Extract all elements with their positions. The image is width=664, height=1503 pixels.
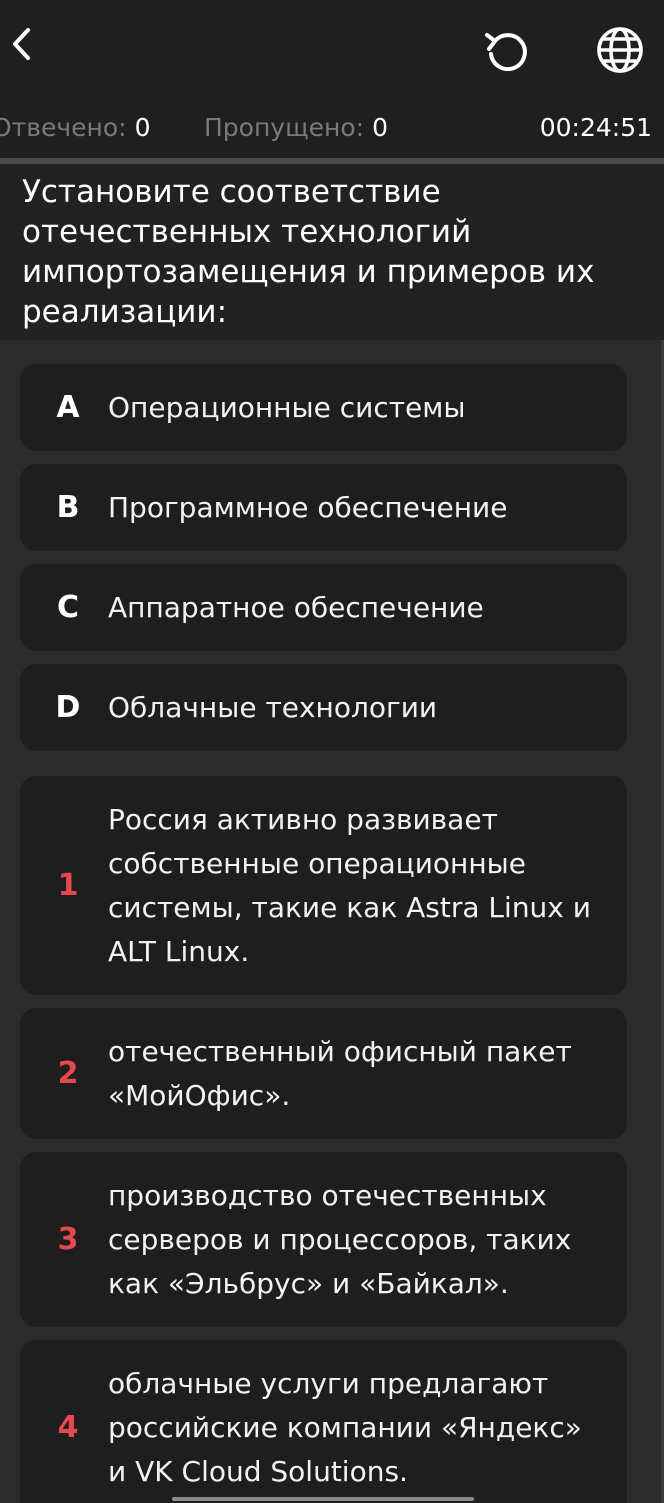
category-card-b[interactable]: B Программное обеспечение — [20, 464, 627, 551]
category-key: B — [56, 490, 80, 525]
category-label: Программное обеспечение — [108, 491, 508, 524]
timer: 00:24:51 — [539, 113, 652, 142]
category-key: D — [55, 690, 81, 725]
restart-icon — [485, 33, 527, 72]
top-bar: Отвечено: 0 Пропущено: 0 00:24:51 — [0, 0, 664, 158]
quiz-screen: Отвечено: 0 Пропущено: 0 00:24:51 Установи… — [0, 0, 664, 1503]
category-label: Аппаратное обеспечение — [108, 591, 484, 624]
globe-icon — [597, 27, 643, 73]
example-key: 2 — [57, 1056, 79, 1091]
category-key: A — [56, 390, 80, 425]
question-text: Установите соответствие отечественных те… — [22, 174, 595, 330]
home-indicator — [172, 1497, 474, 1501]
answered-stat: Отвечено: 0 — [0, 108, 150, 148]
category-label: Облачные технологии — [108, 691, 438, 724]
example-card-3[interactable]: 3 производство отечественных серверов и … — [20, 1152, 627, 1327]
example-card-1[interactable]: 1 Россия активно развивает собственные о… — [20, 776, 627, 995]
skipped-label: Пропущено: — [204, 113, 365, 142]
category-card-d[interactable]: D Облачные технологии — [20, 664, 627, 751]
example-text: Россия активно развивает собственные опе… — [108, 803, 591, 968]
question-block: Установите соответствие отечественных те… — [0, 164, 664, 340]
answered-count: 0 — [134, 113, 151, 142]
example-card-4[interactable]: 4 облачные услуги предлагают российские … — [20, 1340, 627, 1503]
chevron-left-icon — [13, 28, 30, 60]
category-label: Операционные системы — [108, 391, 466, 424]
restart-button[interactable] — [480, 24, 534, 78]
example-text: отечественный офисный пакет «МойОфис». — [108, 1035, 572, 1112]
example-key: 3 — [57, 1222, 79, 1257]
answered-label: Отвечено: — [0, 113, 127, 142]
category-key: C — [56, 590, 80, 625]
language-button[interactable] — [592, 22, 648, 78]
category-card-a[interactable]: A Операционные системы — [20, 364, 627, 451]
skipped-count: 0 — [372, 113, 389, 142]
category-card-c[interactable]: C Аппаратное обеспечение — [20, 564, 627, 651]
example-text: производство отечественных серверов и пр… — [108, 1179, 572, 1300]
example-text: облачные услуги предлагают российские ко… — [108, 1367, 582, 1488]
example-key: 4 — [57, 1410, 79, 1445]
back-button[interactable] — [4, 22, 40, 66]
example-key: 1 — [57, 868, 79, 903]
skipped-stat: Пропущено: 0 — [204, 108, 388, 148]
example-card-2[interactable]: 2 отечественный офисный пакет «МойОфис». — [20, 1008, 627, 1139]
quiz-stats: Отвечено: 0 Пропущено: 0 00:24:51 — [0, 108, 664, 148]
